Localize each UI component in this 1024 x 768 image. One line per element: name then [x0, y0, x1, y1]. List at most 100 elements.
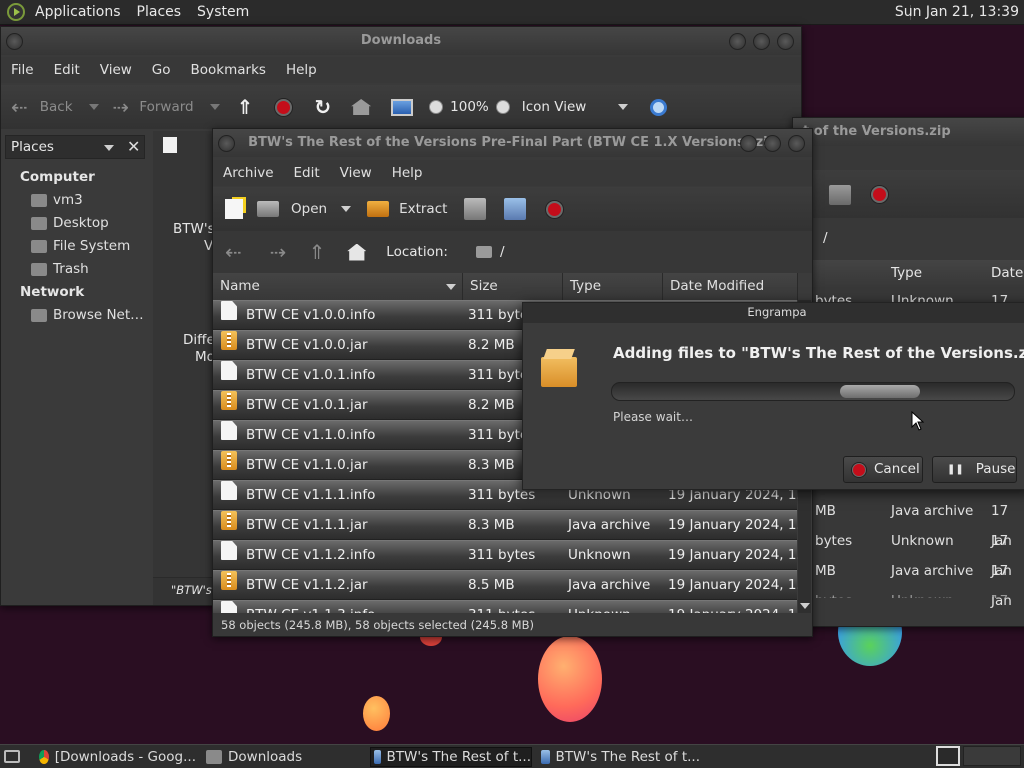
forward-dropdown-icon[interactable] [209, 104, 220, 110]
column-date-back[interactable]: Date [991, 260, 1023, 287]
sidebar-item-browse-network[interactable]: Browse Net… [31, 307, 144, 323]
stop-icon-back[interactable] [871, 186, 888, 203]
menu-view[interactable]: View [330, 165, 382, 181]
mouse-cursor-icon [911, 411, 925, 431]
cancel-icon [852, 462, 866, 477]
forward-button[interactable]: ⇢ Forward [113, 85, 220, 129]
workspace-inactive[interactable] [963, 746, 1021, 766]
back-dropdown-icon[interactable] [88, 104, 99, 110]
sidebar-item-trash[interactable]: Trash [31, 261, 89, 277]
panel-menu-system[interactable]: System [189, 0, 257, 25]
window-menu-icon[interactable] [6, 33, 23, 50]
task-archive-2[interactable]: BTW's The Rest of t... [538, 747, 700, 767]
add-files-icon[interactable] [464, 198, 487, 220]
downloads-titlebar[interactable]: Downloads [1, 27, 801, 55]
table-row[interactable]: BTW CE v1.1.1.jar 8.3 MB Java archive 19 Ja… [213, 510, 809, 540]
computer-icon[interactable] [391, 98, 414, 116]
panel-menu-places[interactable]: Places [129, 0, 190, 25]
sidebar-section-network: Network [20, 284, 85, 300]
cell-date: 19 January 2024, 1... [668, 601, 809, 613]
up-arrow-icon[interactable]: ⇑ [309, 240, 326, 264]
table-row[interactable]: bytesUnknown17 Jan [793, 586, 1024, 598]
minimize-icon[interactable] [740, 135, 757, 152]
column-name[interactable]: Name [213, 273, 463, 300]
open-dropdown-icon[interactable] [341, 206, 352, 212]
window-menu-icon[interactable] [218, 135, 235, 152]
notes-icon[interactable] [163, 137, 177, 153]
task-chrome-downloads[interactable]: [Downloads - Goog... [36, 747, 196, 767]
zoom-in-icon[interactable] [495, 100, 510, 114]
close-icon[interactable] [777, 33, 794, 50]
archive-toolbar: Open Extract [213, 187, 812, 231]
minimize-icon[interactable] [729, 33, 746, 50]
panel-menu-applications[interactable]: Applications [27, 0, 129, 25]
dialog-title[interactable]: Engrampa [523, 303, 1024, 323]
table-row[interactable]: MB Java archive 17 Jan [793, 556, 1024, 609]
document-icon [221, 421, 237, 440]
top-panel: Applications Places System Sun Jan 21, 1… [0, 0, 1024, 25]
up-arrow-icon[interactable]: ⇑ [237, 95, 254, 119]
column-size[interactable]: Size [463, 273, 563, 300]
menu-edit[interactable]: Edit [284, 165, 330, 181]
archive-back-titlebar[interactable]: t of the Versions.zip [793, 118, 1024, 146]
show-desktop-icon[interactable] [4, 750, 20, 763]
zoom-out-icon[interactable] [429, 100, 444, 114]
location-value[interactable]: / [500, 244, 505, 260]
cancel-button[interactable]: Cancel [843, 456, 923, 483]
workspace-switcher-icon[interactable] [936, 746, 960, 766]
menu-file[interactable]: File [1, 62, 44, 78]
sidebar-section-computer: Computer [20, 169, 95, 185]
sidebar-dropdown-icon[interactable] [104, 145, 114, 151]
stop-icon[interactable] [546, 200, 564, 218]
sidebar-item-vm3[interactable]: vm3 [31, 192, 83, 208]
view-mode-dropdown-icon[interactable] [618, 104, 629, 110]
table-row[interactable]: bytesUnknown17 Jan [793, 526, 1024, 579]
column-date-modified[interactable]: Date Modified [663, 273, 798, 300]
panel-clock[interactable]: Sun Jan 21, 13:39 [895, 0, 1019, 25]
open-button[interactable]: Open [257, 187, 327, 231]
archive-titlebar[interactable]: BTW's The Rest of the Versions Pre-Final… [213, 129, 812, 157]
view-mode-select[interactable]: Icon View [522, 99, 587, 115]
menu-help[interactable]: Help [276, 62, 327, 78]
menu-view[interactable]: View [90, 62, 142, 78]
menu-edit[interactable]: Edit [44, 62, 90, 78]
back-arrow-icon[interactable]: ⇠ [225, 240, 242, 264]
archive-manager-icon [541, 750, 550, 764]
location-label: Location: [386, 244, 448, 260]
sidebar-item-file-system[interactable]: File System [31, 238, 130, 254]
add-files-icon[interactable] [829, 185, 851, 205]
table-row[interactable]: BTW CE v1.1.2.info 311 bytes Unknown 19 Jan… [213, 540, 809, 570]
table-row[interactable]: BTW CE v1.1.2.jar 8.5 MB Java archive 19 Ja… [213, 570, 809, 600]
mate-logo-icon[interactable] [7, 3, 25, 21]
add-folder-icon[interactable] [504, 198, 527, 220]
maximize-icon[interactable] [764, 135, 781, 152]
stop-icon[interactable] [275, 98, 293, 116]
menu-bookmarks[interactable]: Bookmarks [181, 62, 276, 78]
back-button[interactable]: ⇠ Back [11, 85, 99, 129]
column-type-back[interactable]: Type [891, 260, 922, 287]
menu-archive[interactable]: Archive [213, 165, 284, 181]
reload-icon[interactable]: ↻ [314, 95, 331, 119]
cell-date: 19 January 2024, 1... [668, 517, 810, 533]
maximize-icon[interactable] [753, 33, 770, 50]
search-icon[interactable] [650, 98, 668, 116]
scroll-down-icon[interactable] [800, 603, 810, 609]
table-row[interactable]: MB Java archive 17 Jan [793, 496, 1024, 549]
new-archive-icon[interactable] [225, 199, 243, 219]
zoom-level[interactable]: 100% [450, 99, 489, 115]
menu-go[interactable]: Go [142, 62, 181, 78]
pause-button[interactable]: ❚❚ Pause [932, 456, 1017, 483]
home-icon[interactable] [347, 243, 367, 261]
table-row[interactable]: BTW CE v1.1.3.info 311 bytes Unknown 19 Jan… [213, 600, 809, 613]
sidebar-header-select[interactable]: Places [5, 135, 145, 159]
column-type[interactable]: Type [563, 273, 663, 300]
close-icon[interactable] [788, 135, 805, 152]
extract-button[interactable]: Extract [367, 187, 447, 231]
task-archive-1[interactable]: BTW's The Rest of t... [370, 747, 532, 767]
task-downloads[interactable]: Downloads [203, 747, 363, 767]
forward-arrow-icon[interactable]: ⇢ [270, 240, 287, 264]
menu-help[interactable]: Help [382, 165, 433, 181]
sidebar-item-desktop[interactable]: Desktop [31, 215, 109, 231]
home-icon[interactable] [351, 99, 372, 115]
sidebar-close-icon[interactable]: ✕ [127, 137, 140, 156]
